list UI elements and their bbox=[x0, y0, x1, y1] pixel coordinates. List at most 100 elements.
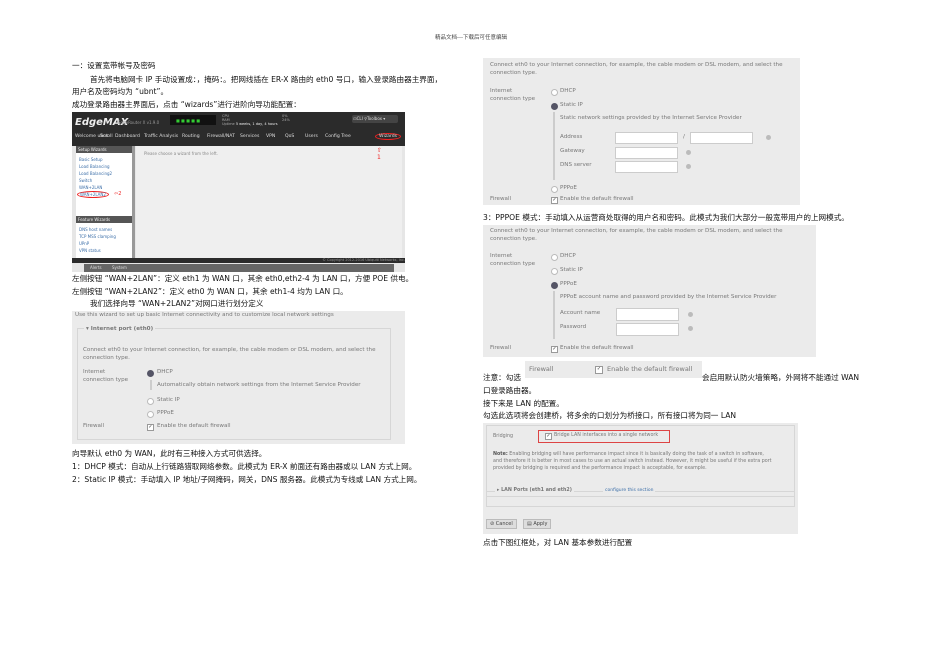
arrow-2-icon: ⇦2 bbox=[114, 191, 122, 197]
wizard-upnp[interactable]: UPnP bbox=[79, 241, 89, 246]
prefix-input[interactable] bbox=[690, 132, 753, 144]
wizard-pppoe-screenshot: Connect eth0 to your Internet connection… bbox=[483, 225, 816, 357]
dhcp-label: DHCP bbox=[560, 88, 576, 94]
dhcp-label: DHCP bbox=[560, 253, 576, 259]
tab-traffic-analysis[interactable]: Traffic Analysis bbox=[144, 134, 178, 139]
wizard-load-balancing[interactable]: Load Balancing bbox=[79, 164, 110, 169]
info-icon[interactable] bbox=[766, 135, 771, 140]
paragraph: 我们选择向导 “WAN+2LAN2”对网口进行划分定义 bbox=[90, 299, 264, 308]
tab-system[interactable]: System bbox=[112, 265, 127, 270]
dns-input[interactable] bbox=[615, 161, 678, 173]
tab-routing[interactable]: Routing bbox=[182, 134, 200, 139]
wizard-vpn-status[interactable]: VPN status bbox=[79, 248, 101, 253]
tab-wizards[interactable]: Wizards bbox=[375, 133, 402, 140]
tab-alerts[interactable]: Alerts bbox=[90, 265, 102, 270]
static-ip-radio[interactable] bbox=[147, 398, 154, 405]
paragraph: 注意：勾选 bbox=[483, 373, 521, 382]
system-stats: CPU RAM Uptime 5 weeks, 1 day, 4 hours bbox=[222, 114, 278, 126]
bridge-option: Bridge LAN interfaces into a single netw… bbox=[554, 433, 659, 438]
tab-firewall-nat[interactable]: Firewall/NAT bbox=[207, 134, 235, 139]
scroll-toggle[interactable]: Scroll bbox=[100, 134, 113, 139]
cli-button[interactable]: CLI bbox=[357, 116, 363, 121]
wizard-switch[interactable]: Switch bbox=[79, 178, 92, 183]
info-icon[interactable] bbox=[686, 150, 691, 155]
pppoe-desc: PPPoE account name and password provided… bbox=[560, 294, 777, 300]
info-icon[interactable] bbox=[688, 312, 693, 317]
firewall-option: Enable the default firewall bbox=[607, 365, 693, 373]
toolbar: ⊡CLI ⚲Toolbox ▾ bbox=[352, 115, 398, 123]
firewall-checkbox[interactable]: ✓ bbox=[147, 424, 154, 431]
tab-services[interactable]: Services bbox=[240, 134, 259, 139]
firewall-checkbox[interactable]: ✓ bbox=[551, 346, 558, 353]
account-input[interactable] bbox=[616, 308, 679, 321]
wizard-wan-2lan2[interactable]: WAN+2LAN2 bbox=[77, 191, 109, 198]
dhcp-radio[interactable] bbox=[551, 254, 558, 261]
edgemax-header: EdgeMAX EdgeRouter X v1.9.0 ■ ■ ■ ■ ■ CP… bbox=[72, 112, 405, 146]
dns-label: DNS server bbox=[560, 162, 592, 168]
tab-config-tree[interactable]: Config Tree bbox=[325, 134, 351, 139]
wizard-load-balancing2[interactable]: Load Balancing2 bbox=[79, 171, 112, 176]
lan-ports-legend[interactable]: ▸ LAN Ports (eth1 and eth2) bbox=[495, 488, 574, 493]
connection-type-label: connection type bbox=[490, 96, 536, 102]
paragraph: 勾选此选项将会创建桥，将多余的口划分为桥接口，所有接口将为同一 LAN bbox=[483, 411, 737, 420]
connect-text: connection type. bbox=[490, 236, 537, 242]
copyright: © Copyright 2012-2016 Ubiquiti Networks,… bbox=[72, 258, 405, 263]
static-desc: Static network settings provided by the … bbox=[560, 115, 742, 121]
internet-port-legend[interactable]: ▾ Internet port (eth0) bbox=[84, 326, 156, 332]
static-ip-radio[interactable] bbox=[551, 268, 558, 275]
paragraph: 3：PPPOE 模式：手动填入从运营商处取得的用户名和密码。此模式为我们大部分一… bbox=[483, 213, 849, 222]
sidebar-scrollbar[interactable] bbox=[132, 146, 135, 258]
wizard-dns-host-names[interactable]: DNS host names bbox=[79, 227, 112, 232]
gateway-input[interactable] bbox=[615, 147, 678, 159]
paragraph: 接下来是 LAN 的配置。 bbox=[483, 399, 564, 408]
pppoe-radio[interactable] bbox=[147, 411, 154, 418]
dhcp-radio[interactable] bbox=[147, 370, 154, 377]
bridge-screenshot: Bridging ✓ Bridge LAN interfaces into a … bbox=[483, 423, 798, 534]
configure-section-link[interactable]: configure this section bbox=[603, 488, 656, 493]
ram-value: 24% bbox=[282, 118, 290, 122]
pppoe-radio[interactable] bbox=[551, 186, 558, 193]
paragraph: 左侧按钮 “WAN+2LAN2”：定义 eth0 为 WAN 口，其余 eth1… bbox=[72, 287, 348, 296]
static-ip-label: Static IP bbox=[560, 267, 583, 273]
paragraph: 口登录路由器。 bbox=[483, 386, 537, 395]
gateway-label: Gateway bbox=[560, 148, 585, 154]
static-ip-radio[interactable] bbox=[551, 103, 558, 110]
wizard-basic-setup[interactable]: Basic Setup bbox=[79, 157, 103, 162]
cancel-button[interactable]: ⊘ Cancel bbox=[486, 519, 517, 529]
bridge-checkbox[interactable]: ✓ bbox=[545, 433, 552, 440]
pppoe-label: PPPoE bbox=[560, 281, 577, 287]
password-input[interactable] bbox=[616, 323, 679, 336]
toolbox-button[interactable]: Toolbox bbox=[367, 116, 382, 121]
pppoe-label: PPPoE bbox=[157, 410, 174, 416]
info-icon[interactable] bbox=[686, 164, 691, 169]
bridging-label: Bridging bbox=[493, 434, 514, 439]
info-icon[interactable] bbox=[688, 326, 693, 331]
section-heading: 一：设置宽带帐号及密码 bbox=[72, 61, 156, 70]
dhcp-radio[interactable] bbox=[551, 89, 558, 96]
dhcp-label: DHCP bbox=[157, 369, 173, 375]
static-ip-label: Static IP bbox=[157, 397, 180, 403]
firewall-checkbox[interactable]: ✓ bbox=[551, 197, 558, 204]
tab-vpn[interactable]: VPN bbox=[266, 134, 275, 139]
connect-text: Connect eth0 to your Internet connection… bbox=[490, 62, 783, 68]
paragraph: 向导默认 eth0 为 WAN，此时有三种接入方式可供选择。 bbox=[72, 449, 267, 458]
wizard-tcp-mss[interactable]: TCP MSS clamping bbox=[79, 234, 116, 239]
firewall-option: Enable the default firewall bbox=[560, 345, 634, 351]
address-input[interactable] bbox=[615, 132, 678, 144]
wizard-wan-2lan[interactable]: WAN+2LAN bbox=[79, 185, 102, 190]
paragraph: 点击下图红框处，对 LAN 基本参数进行配置 bbox=[483, 538, 633, 547]
account-label: Account name bbox=[560, 310, 601, 316]
tab-users[interactable]: Users bbox=[305, 134, 318, 139]
connection-type-label: connection type bbox=[83, 377, 129, 383]
paragraph: 2：Static IP 模式：手动填入 IP 地址/子网掩码，网关，DNS 服务… bbox=[72, 475, 422, 484]
wizard-sidebar: Setup Wizards Basic Setup Load Balancing… bbox=[76, 146, 134, 258]
firewall-option: Enable the default firewall bbox=[560, 196, 634, 202]
pppoe-radio[interactable] bbox=[551, 282, 558, 289]
firewall-checkbox[interactable]: ✓ bbox=[595, 366, 603, 374]
tab-qos[interactable]: QoS bbox=[285, 134, 294, 139]
paragraph: 左侧按钮 “WAN+2LAN”：定义 eth1 为 WAN 口，其余 eth0,… bbox=[72, 274, 414, 283]
tab-dashboard[interactable]: Dashboard bbox=[115, 134, 140, 139]
bottom-bar: Alerts System bbox=[84, 264, 394, 272]
apply-button[interactable]: ▤ Apply bbox=[523, 519, 552, 529]
wizard-static-screenshot: Connect eth0 to your Internet connection… bbox=[483, 58, 800, 205]
